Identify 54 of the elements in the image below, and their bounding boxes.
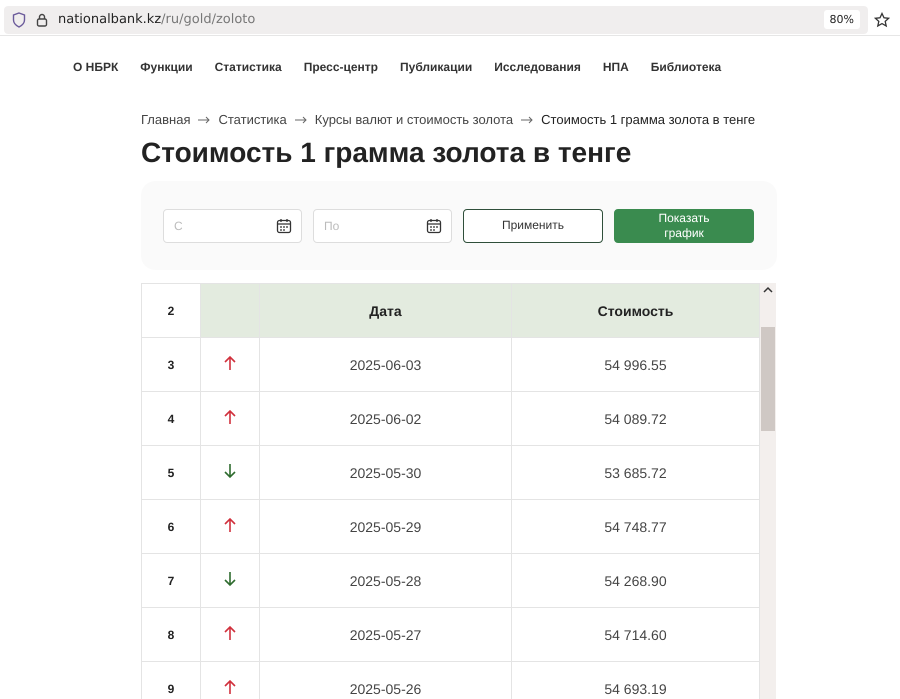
column-header: Дата <box>260 284 512 338</box>
row-number: 4 <box>142 392 200 446</box>
date-cell: 2025-05-28 <box>260 554 512 608</box>
breadcrumb-link[interactable]: Статистика <box>218 112 287 127</box>
scrollbar-thumb[interactable] <box>761 327 775 431</box>
arrow-icon <box>521 116 534 124</box>
value-cell: 54 089.72 <box>512 392 760 446</box>
date-from-field[interactable]: С <box>163 208 302 242</box>
date-to-field[interactable]: По <box>313 208 452 242</box>
nav-link[interactable]: Пресс-центр <box>304 60 378 76</box>
value-cell: 54 268.90 <box>512 554 760 608</box>
date-cell: 2025-05-26 <box>260 662 512 699</box>
row-number: 8 <box>142 608 200 662</box>
row-number: 3 <box>142 338 200 392</box>
nav-link[interactable]: Библиотека <box>650 60 722 76</box>
row-number: 5 <box>142 446 200 500</box>
row-number: 6 <box>142 500 200 554</box>
row-number: 2 <box>142 284 200 338</box>
scroll-up-icon[interactable] <box>763 286 773 294</box>
arrow-icon <box>294 116 307 124</box>
nav-link[interactable]: Функции <box>140 60 193 76</box>
value-cell: 53 685.72 <box>512 446 760 500</box>
show-chart-button[interactable]: Показать график <box>614 208 754 242</box>
nav-link[interactable]: Публикации <box>400 60 472 76</box>
date-cell: 2025-06-02 <box>260 392 512 446</box>
column-header: Стоимость <box>512 284 760 338</box>
calendar-icon[interactable] <box>276 218 292 234</box>
row-number: 7 <box>142 554 200 608</box>
nav-link[interactable]: Исследования <box>494 60 581 76</box>
date-cell: 2025-05-29 <box>260 500 512 554</box>
nav-link[interactable]: НПА <box>602 60 629 76</box>
date-cell: 2025-05-27 <box>260 608 512 662</box>
shield-icon[interactable] <box>12 12 26 28</box>
lock-icon[interactable] <box>36 12 48 26</box>
zoom-level[interactable]: 80% <box>824 10 860 29</box>
value-cell: 54 693.19 <box>512 662 760 699</box>
nav-link[interactable]: Статистика <box>214 60 282 76</box>
apply-button[interactable]: Применить <box>463 208 603 242</box>
address-field[interactable]: nationalbank.kz/ru/gold/zoloto <box>58 12 814 27</box>
arrow-icon <box>198 116 210 124</box>
value-cell: 54 714.60 <box>512 608 760 662</box>
calendar-icon[interactable] <box>426 218 442 234</box>
value-cell: 54 996.55 <box>512 338 760 392</box>
row-number: 9 <box>142 662 200 699</box>
breadcrumb-link[interactable]: Главная <box>141 112 190 127</box>
nav-link[interactable]: О НБРК <box>73 60 118 76</box>
scrollbar[interactable] <box>760 283 776 699</box>
breadcrumb-link[interactable]: Стоимость 1 грамма золота в тенге <box>541 112 756 127</box>
page-title: Стоимость 1 грамма золота в тенге <box>141 137 632 169</box>
value-cell: 54 748.77 <box>512 500 760 554</box>
star-icon[interactable] <box>874 12 890 28</box>
date-cell: 2025-05-30 <box>260 446 512 500</box>
breadcrumb-link[interactable]: Курсы валют и стоимость золота <box>314 112 514 127</box>
date-cell: 2025-06-03 <box>260 338 512 392</box>
